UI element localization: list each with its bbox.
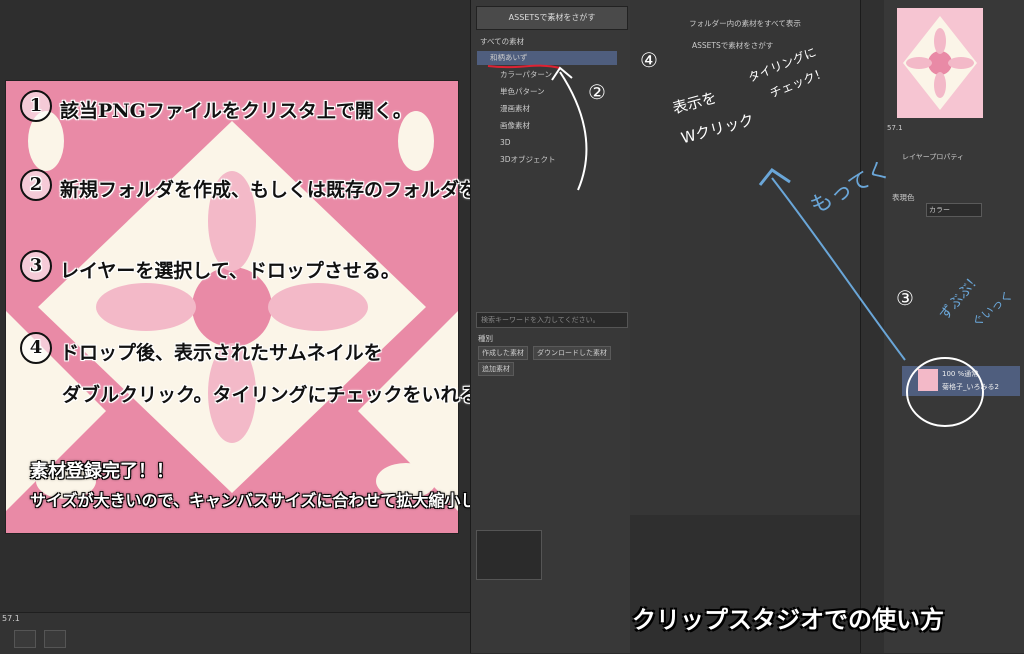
annotation-3: ③ — [896, 286, 914, 310]
annotation-4: ④ — [640, 48, 658, 72]
annotation-2: ② — [588, 80, 606, 104]
annotation-arrows — [487, 64, 984, 427]
footer-title: クリップスタジオでの使い方 — [632, 606, 944, 634]
